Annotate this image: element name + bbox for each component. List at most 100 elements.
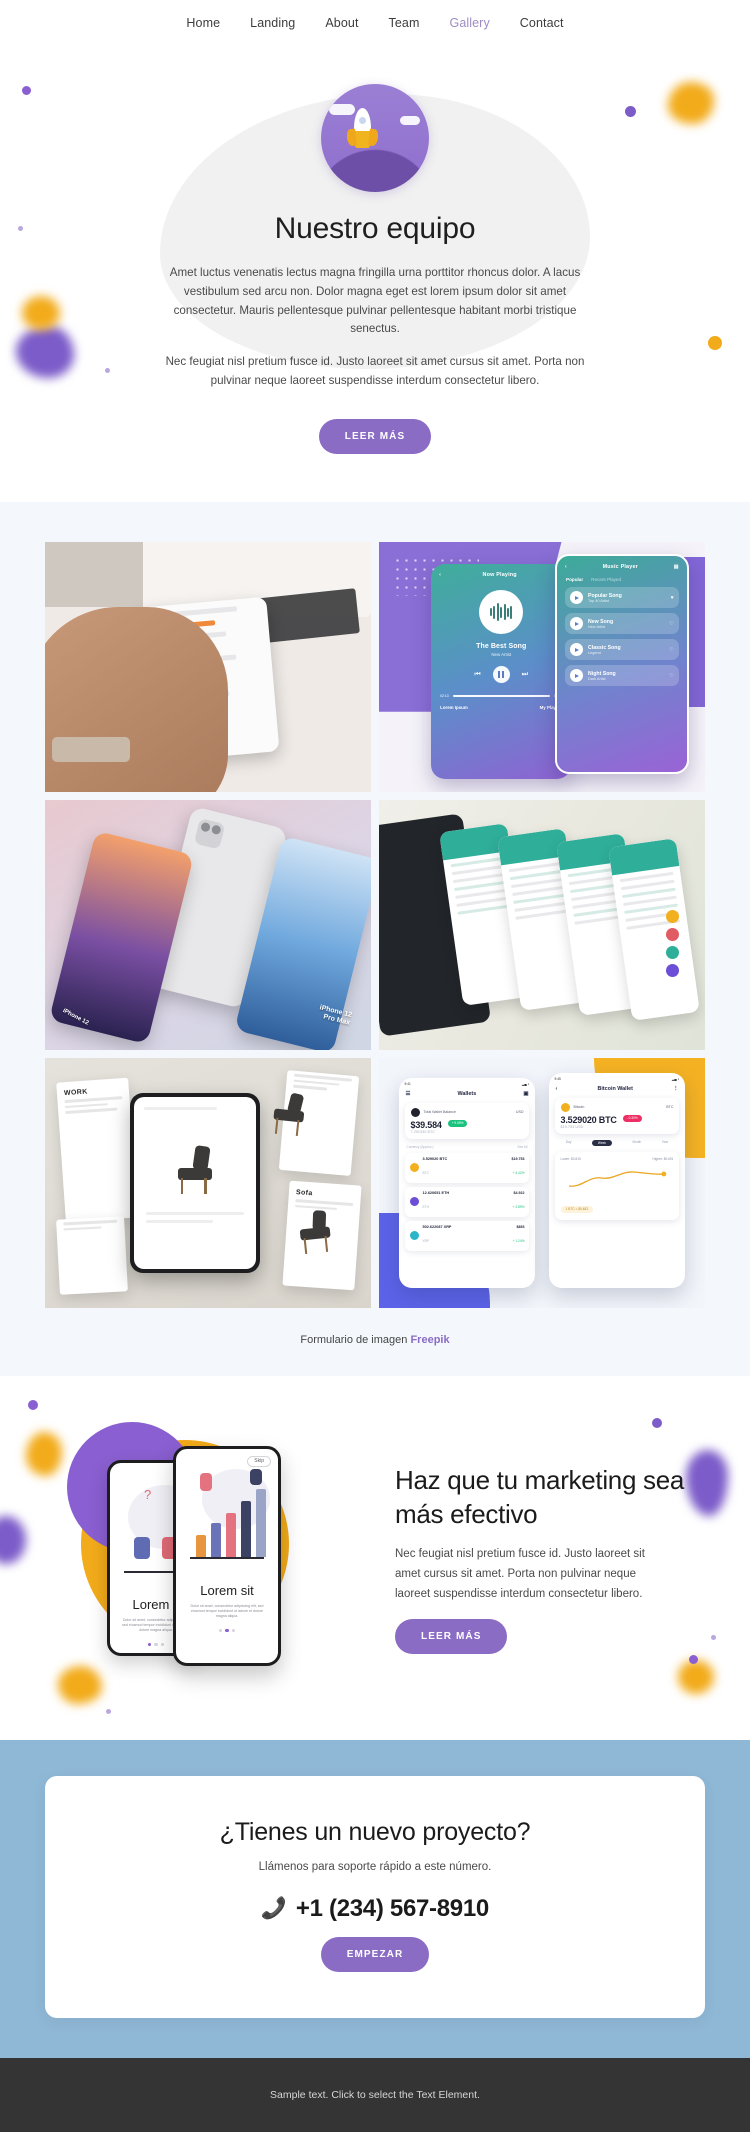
bitcoin-wallet-title: Bitcoin Wallet (597, 1085, 633, 1092)
currency-selector[interactable]: USD (516, 1110, 524, 1114)
song-artist: New Artist (491, 652, 512, 658)
range-month[interactable]: Month (632, 1140, 641, 1147)
queue-icon[interactable]: ▤ (674, 564, 679, 570)
status-time: 9:41 (404, 1081, 411, 1086)
song-list-item[interactable]: Classic Song Legend ♡ (565, 639, 679, 661)
cta-phone-line: 📞 +1 (234) 567-8910 (45, 1895, 705, 1923)
marketing-paragraph: Nec feugiat nisl pretium fusce id. Justo… (395, 1548, 645, 1600)
next-track-icon[interactable]: ⏭ (522, 671, 528, 679)
play-icon[interactable] (570, 591, 584, 605)
nav-item-landing[interactable]: Landing (250, 16, 295, 30)
song-list-item[interactable]: Popular Song Top 40 Artist ♥ (565, 587, 679, 609)
gallery-tile-hand-holding-phone[interactable] (45, 541, 371, 792)
song-list-item[interactable]: New Song New Artist ♡ (565, 613, 679, 635)
pagination-dot[interactable] (225, 1628, 229, 1633)
hero-paragraph-1: Amet luctus venenatis lectus magna fring… (169, 266, 581, 336)
bitcoin-icon (560, 1102, 570, 1112)
pagination-dots (176, 1628, 278, 1633)
pause-button[interactable] (492, 666, 510, 684)
play-icon[interactable] (570, 669, 584, 683)
phone-screen (133, 1096, 257, 1269)
nav-item-contact[interactable]: Contact (520, 16, 564, 30)
back-chevron-icon[interactable]: ‹ (565, 564, 567, 570)
bitcoin-card-header: Bitcoin BTC (560, 1102, 673, 1112)
favorite-heart-icon[interactable]: ♡ (669, 647, 673, 653)
music-player-header: ‹ Now Playing ▤ (431, 564, 571, 578)
coin-row[interactable]: 12.620651 ETH ETH $4.922 + 2.89% (404, 1186, 530, 1217)
nav-item-about[interactable]: About (325, 16, 358, 30)
range-week[interactable]: Week (591, 1139, 612, 1147)
marketing-title: Haz que tu marketing sea más efectivo (395, 1464, 685, 1529)
back-chevron-icon[interactable]: ‹ (556, 1086, 558, 1092)
nav-item-home[interactable]: Home (186, 16, 220, 30)
bitcoin-balance-card: Bitcoin BTC 3.529020 BTC - 0.30% $19.753… (554, 1097, 680, 1134)
favorite-heart-icon[interactable]: ♡ (669, 673, 673, 679)
coin-ticker: BTC (422, 1170, 429, 1175)
cta-start-button[interactable]: EMPEZAR (320, 1936, 430, 1972)
back-chevron-icon[interactable]: ‹ (439, 572, 441, 578)
coin-row[interactable]: 502.622087 XRP XRP $853 + 1.24% (404, 1220, 530, 1251)
footer-left-label[interactable]: Lorem Ipsum (440, 705, 468, 710)
brand-sub-label: Sofa (295, 1188, 314, 1197)
deco-dot-small-right (711, 1634, 716, 1640)
music-now-playing-phone: ‹ Now Playing ▤ The Best Song New Artist… (431, 564, 572, 780)
gallery-tile-furniture-app[interactable]: WORK Sofa (45, 1057, 371, 1308)
coin-fiat-value: $4.922 (513, 1190, 525, 1195)
progress-track[interactable] (452, 695, 550, 697)
pagination-dot[interactable] (154, 1642, 158, 1647)
pagination-dot[interactable] (147, 1642, 152, 1647)
favorite-heart-icon[interactable]: ♡ (669, 621, 673, 627)
pagination-dot[interactable] (231, 1628, 236, 1633)
gallery-tile-crypto-wallet[interactable]: 9:41 ▂▄ ◗ ☰ Wallets ▣ Total Wallet Balan… (379, 1057, 705, 1308)
coin-change: + 2.89% (512, 1204, 525, 1209)
play-icon[interactable] (570, 617, 584, 631)
page-title: Nuestro equipo (274, 212, 476, 245)
person-illustration (392, 107, 407, 149)
scan-icon[interactable]: ▣ (523, 1091, 528, 1097)
now-playing-label: Now Playing (482, 572, 517, 579)
range-day[interactable]: Day (566, 1140, 572, 1147)
range-year[interactable]: Year (662, 1140, 668, 1147)
marketing-copy: Haz que tu marketing sea más efectivo Ne… (395, 1464, 705, 1654)
gallery-tile-iphone-mockup[interactable]: iPhone 12 iPhone 12 Pro Max (45, 799, 371, 1050)
coin-row[interactable]: 3.529020 BTC BTC $19.753 + 4.42% (404, 1152, 530, 1183)
coin-ticker: XRP (422, 1238, 430, 1243)
coin-amount: 3.529020 BTC (422, 1156, 448, 1161)
tab-popular[interactable]: Popular (566, 577, 583, 582)
hero-read-more-button[interactable]: LEER MÁS (318, 418, 432, 454)
credit-text: Formulario de imagen (300, 1333, 411, 1346)
nav-item-team[interactable]: Team (389, 16, 420, 30)
music-playlist-phone: ‹ Music Player ▤ Popular Recent Played P… (555, 554, 689, 775)
gallery-tile-music-player[interactable]: ‹ Now Playing ▤ The Best Song New Artist… (379, 541, 705, 792)
more-options-icon[interactable]: ⋮ (673, 1086, 678, 1092)
skip-button[interactable]: Skip (247, 1455, 271, 1467)
cta-phone-number[interactable]: +1 (234) 567-8910 (296, 1895, 489, 1923)
see-all-link[interactable]: See All (518, 1145, 528, 1149)
favorite-heart-icon[interactable]: ♥ (671, 595, 674, 601)
coin-fiat-value: $853 (516, 1224, 525, 1229)
watch-shape (51, 736, 130, 762)
wallet-icon (410, 1107, 420, 1117)
tab-recent-played[interactable]: Recent Played (591, 577, 621, 582)
song-artist: Top 40 Artist (588, 598, 609, 603)
menu-icon[interactable]: ☰ (406, 1091, 411, 1097)
pagination-dot[interactable] (218, 1628, 223, 1633)
marketing-read-more-button[interactable]: LEER MÁS (395, 1618, 508, 1654)
freepik-link[interactable]: Freepik (410, 1334, 449, 1346)
coin-value: $19.753 + 4.42% (511, 1157, 524, 1179)
nav-item-gallery[interactable]: Gallery (450, 16, 490, 30)
phone-handset-icon: 📞 (261, 1897, 287, 1921)
song-info: The Best Song New Artist (431, 643, 571, 657)
previous-track-icon[interactable]: ⏮ (474, 671, 480, 679)
deco-blob-purple-left-edge (0, 1515, 26, 1564)
play-icon[interactable] (570, 643, 584, 657)
mockup-sheet (56, 1215, 129, 1295)
person-figure (250, 1468, 262, 1485)
iphone-model-label: iPhone 12 (61, 1007, 90, 1027)
song-list-item[interactable]: Night Song Dark Artist ♡ (565, 665, 679, 687)
total-balance-amount: $39.584 (410, 1119, 442, 1130)
gallery-tile-app-screens-cascade[interactable] (379, 799, 705, 1050)
gallery-grid: ‹ Now Playing ▤ The Best Song New Artist… (45, 541, 705, 1308)
pagination-dot[interactable] (160, 1642, 165, 1647)
balance-change-badge: + 9.05% (447, 1119, 468, 1127)
